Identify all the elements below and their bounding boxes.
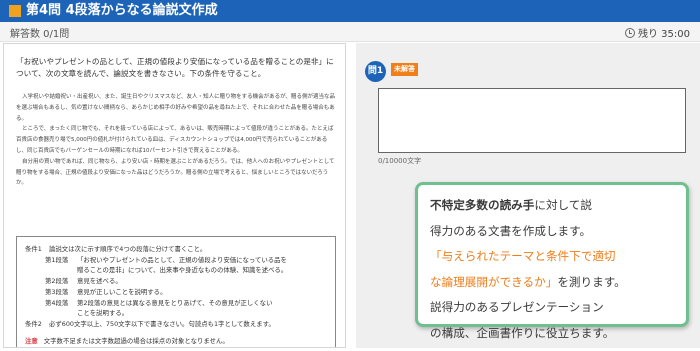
condition-text: 必ず600文字以上、750文字以下で書きなさい。句読点も1字として数えます。 — [49, 319, 275, 328]
answer-textarea[interactable] — [378, 88, 686, 153]
callout-emphasis: 不特定多数の読み手 — [430, 198, 535, 212]
callout-text: 説得力のあるプレゼンテーション — [430, 300, 604, 314]
timer: 残り 35:00 — [625, 25, 690, 40]
passage-paragraph: 自分用の買い物であれば、同じ物なら、より安い店・時期を選ぶことがあるだろう。では… — [16, 158, 335, 187]
problem-prompt: 「お祝いやプレゼントの品として、正規の値段より安価になっている品を贈ることの是非… — [16, 57, 334, 78]
passage-paragraph: ところで、まったく同じ物でも、それを扱っている店によって、あるいは、販売時期によ… — [16, 126, 334, 154]
status-bar: 解答数 0/1問 残り 35:00 — [0, 22, 700, 42]
notice-line: 注意 文字数不足または文字数超過の場合は採点の対象となりません。 — [25, 336, 327, 347]
paragraph-text: 第2段落の意見とは異なる意見をとりあげて、その意見が正しくない — [77, 298, 273, 307]
title-bar: 第4問 4段落からなる論説文作成 — [0, 0, 700, 22]
callout-text: の構成、企画書作りに役立ちます。 — [430, 325, 615, 340]
info-callout: 不特定多数の読み手に対して説 得力のある文書を作成します。 「与えられたテーマと… — [415, 182, 689, 340]
paragraph-text: 「お祝いやプレゼントの品として、正規の値段より安価になっている品を — [77, 255, 287, 264]
paragraph-2-condition: 第2段落 意見を述べる。 — [25, 276, 327, 287]
callout-text: 得力のある文書を作成します。 — [430, 223, 592, 238]
condition-label: 条件1 — [25, 245, 42, 253]
paragraph-4-condition: 第4段落 第2段落の意見とは異なる意見をとりあげて、その意見が正しくない — [25, 298, 327, 309]
callout-text: を測ります。 — [557, 274, 626, 289]
page-title: 第4問 4段落からなる論説文作成 — [26, 3, 218, 18]
passage-paragraph: 入学祝いや結婚祝い・出産祝い、また、誕生日やクリスマスなど、友人・知人に贈り物を… — [16, 94, 335, 122]
paragraph-text: ことを説明する。 — [77, 309, 129, 318]
unanswered-tag: 未解答 — [391, 63, 418, 76]
paragraph-label: 第2段落 — [45, 277, 69, 286]
paragraph-1-condition: 第1段落 「お祝いやプレゼントの品として、正規の値段より安価になっている品を — [25, 255, 327, 266]
paragraph-text: 意見が正しいことを説明する。 — [77, 287, 167, 296]
notice-label: 注意 — [25, 336, 38, 345]
paragraph-3-condition: 第3段落 意見が正しいことを説明する。 — [25, 287, 327, 298]
paragraph-text: 贈ることの是非」について、出来事や身近なものの体験、知識を述べる。 — [77, 266, 288, 275]
paragraph-label: 第3段落 — [45, 287, 69, 296]
timer-text: 残り 35:00 — [638, 29, 690, 40]
problem-pane: 「お祝いやプレゼントの品として、正規の値段より安価になっている品を贈ることの是非… — [3, 43, 346, 348]
paragraph-label: 第1段落 — [45, 255, 69, 264]
answer-pane: 問1 未解答 0/10000文字 不特定多数の読み手に対して説 得力のある文書を… — [356, 43, 700, 348]
paragraph-label: 第4段落 — [45, 298, 69, 307]
clock-icon — [625, 27, 635, 38]
char-counter: 0/10000文字 — [378, 157, 422, 165]
problem-passage: 入学祝いや結婚祝い・出産祝い、また、誕生日やクリスマスなど、友人・知人に贈り物を… — [16, 92, 336, 189]
paragraph-1-condition-cont: 贈ることの是非」について、出来事や身近なものの体験、知識を述べる。 — [25, 265, 327, 276]
conditions-box: 条件1 論説文は次に示す順序で4つの段落に分けて書くこと。 第1段落 「お祝いや… — [16, 236, 336, 347]
condition-label: 条件2 — [25, 319, 42, 328]
callout-highlight: な論理展開ができるか」 — [430, 274, 558, 289]
condition-text: 論説文は次に示す順序で4つの段落に分けて書くこと。 — [49, 245, 207, 253]
callout-highlight: 「与えられたテーマと条件下で適切 — [430, 249, 616, 263]
condition-1: 条件1 論説文は次に示す順序で4つの段落に分けて書くこと。 — [25, 244, 327, 255]
condition-2: 条件2 必ず600文字以上、750文字以下で書きなさい。句読点も1字として数えま… — [25, 319, 327, 330]
paragraph-text: 意見を述べる。 — [77, 277, 122, 286]
callout-text: に対して説 — [534, 198, 592, 212]
question-number-badge: 問1 — [365, 61, 386, 82]
paragraph-4-condition-cont: ことを説明する。 — [25, 308, 327, 319]
notice-text: 文字数不足または文字数超過の場合は採点の対象となりません。 — [43, 336, 229, 345]
question-marker-icon — [9, 5, 21, 17]
answered-count: 解答数 0/1問 — [10, 29, 70, 40]
